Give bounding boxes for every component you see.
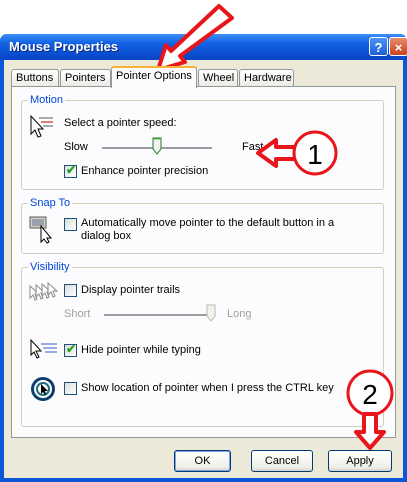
annotation-arrow-apply-icon <box>354 412 386 450</box>
callout-2-text: 2 <box>362 379 378 410</box>
tab-pointer-options[interactable]: Pointer Options <box>111 66 197 88</box>
callout-1-text: 1 <box>307 139 323 170</box>
annotation-arrow-tab-icon <box>156 4 234 72</box>
annotation-overlay: 1 2 <box>156 4 394 450</box>
